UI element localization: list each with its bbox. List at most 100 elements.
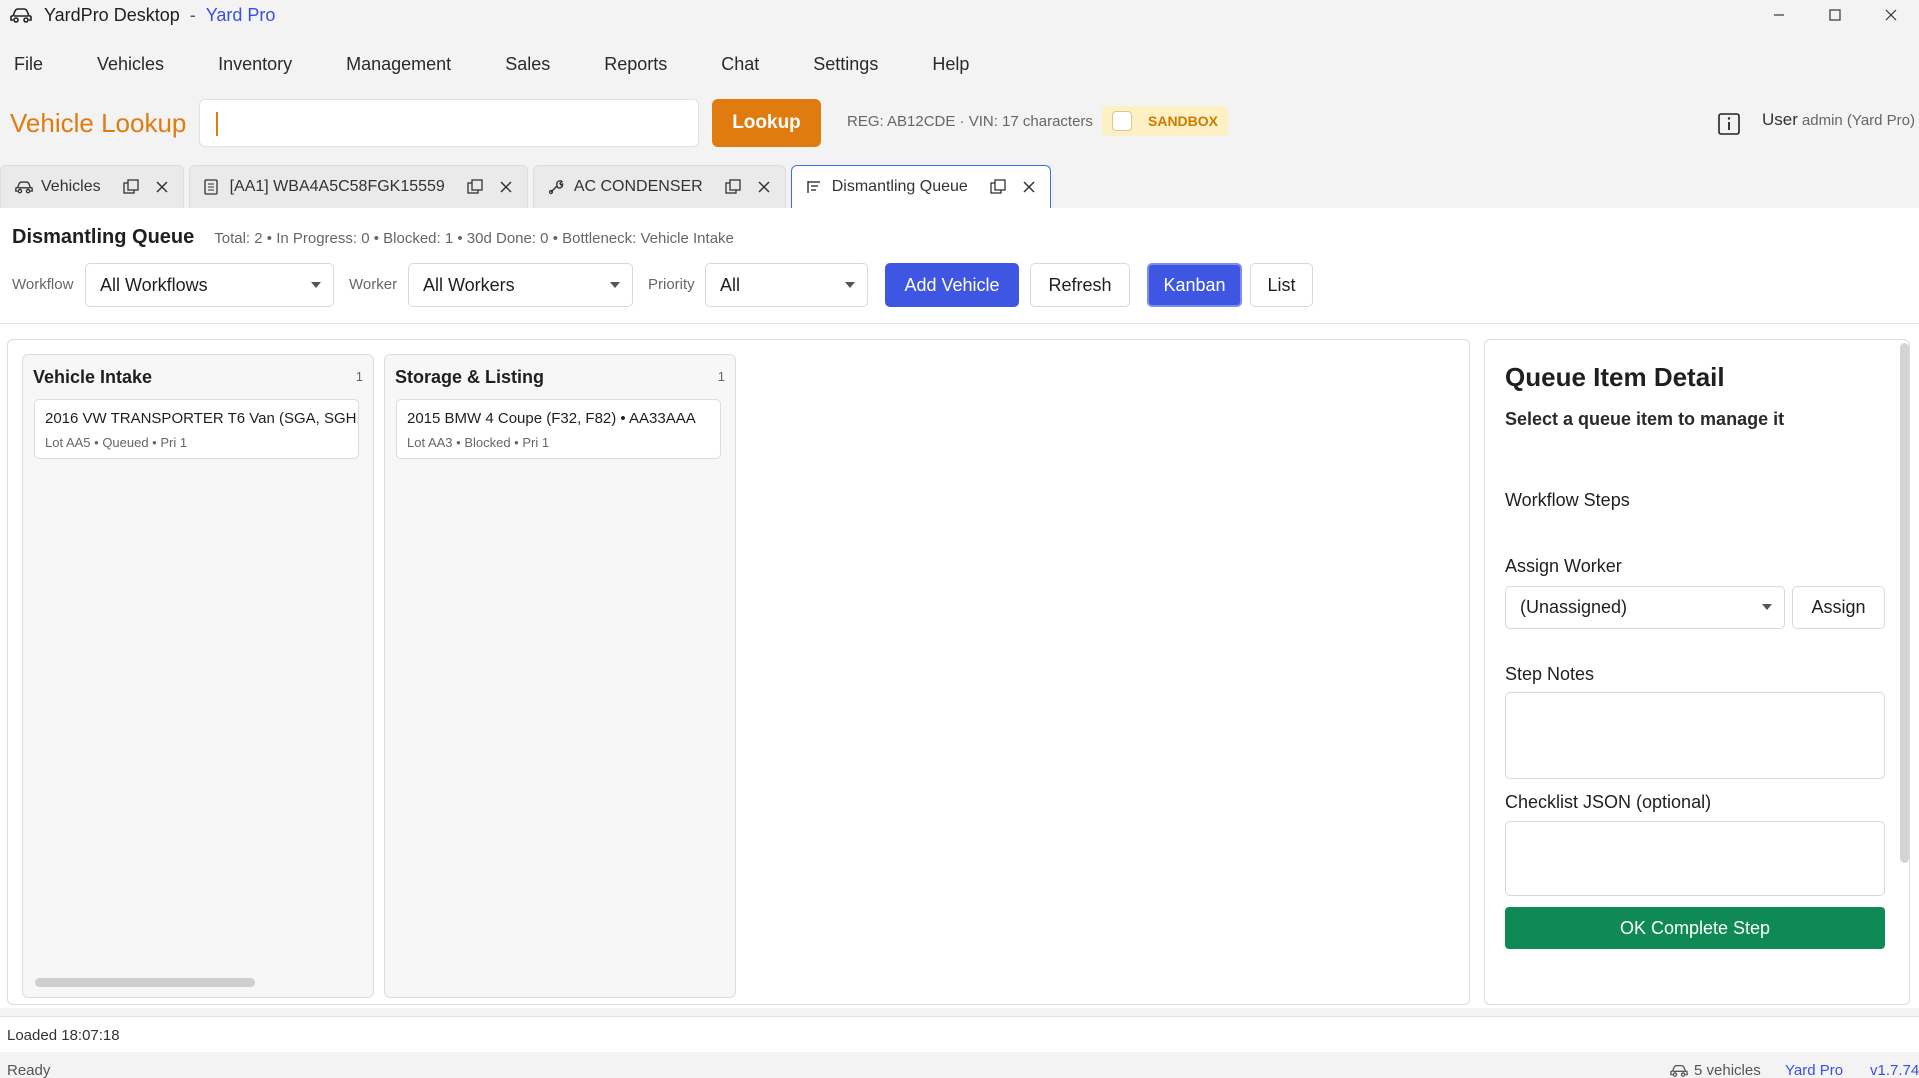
- menu-chat[interactable]: Chat: [707, 54, 759, 75]
- status-bar: Ready 5 vehicles Yard Pro v1.7.74: [0, 1055, 1919, 1078]
- close-tab-icon[interactable]: [155, 180, 169, 194]
- tab-vehicles[interactable]: Vehicles: [0, 165, 184, 208]
- assign-worker-value: (Unassigned): [1520, 597, 1628, 617]
- queue-stats: Total: 2 • In Progress: 0 • Blocked: 1 •…: [214, 230, 734, 247]
- worker-label: Worker: [349, 276, 398, 293]
- checklist-json-field[interactable]: [1505, 821, 1885, 896]
- menu-bar: File Vehicles Inventory Management Sales…: [0, 44, 1009, 84]
- sandbox-checkbox[interactable]: [1112, 111, 1132, 131]
- loaded-time: Loaded 18:07:18: [7, 1027, 120, 1044]
- maximize-icon[interactable]: [1807, 0, 1863, 30]
- workflow-label: Workflow: [12, 276, 74, 293]
- column-title: Vehicle Intake: [33, 367, 153, 387]
- lookup-button[interactable]: Lookup: [712, 99, 821, 147]
- popout-icon[interactable]: [725, 179, 741, 195]
- window-title: YardPro Desktop: [44, 4, 180, 25]
- priority-value: All: [720, 274, 741, 295]
- document-tabs: Vehicles [AA1] WBA4A5C58FGK15559 AC COND…: [0, 165, 1056, 208]
- card-title: 2016 VW TRANSPORTER T6 Van (SGA, SGH, SH: [45, 410, 359, 427]
- queue-item-detail-panel: Queue Item Detail Select a queue item to…: [1484, 339, 1910, 1005]
- popout-icon[interactable]: [990, 179, 1006, 195]
- sandbox-toggle[interactable]: SANDBOX: [1102, 106, 1228, 136]
- minimize-icon[interactable]: [1751, 0, 1807, 30]
- user-info: User admin (Yard Pro): [1762, 110, 1915, 130]
- card-title: 2015 BMW 4 Coupe (F32, F82) • AA33AAA: [407, 410, 696, 427]
- menu-help[interactable]: Help: [918, 54, 969, 75]
- tab-dismantling-queue[interactable]: Dismantling Queue: [790, 165, 1051, 208]
- tab-label: AC CONDENSER: [573, 178, 703, 195]
- menu-file[interactable]: File: [0, 54, 43, 75]
- page-title: Dismantling Queue: [12, 226, 195, 248]
- status-ready: Ready: [7, 1062, 51, 1078]
- tab-label: Dismantling Queue: [831, 178, 968, 195]
- priority-label: Priority: [648, 276, 695, 293]
- tab-vehicle-record[interactable]: [AA1] WBA4A5C58FGK15559: [188, 165, 528, 208]
- chevron-down-icon: [845, 282, 855, 288]
- vertical-scrollbar[interactable]: [1900, 343, 1909, 863]
- close-tab-icon[interactable]: [499, 180, 513, 194]
- worker-select[interactable]: All Workers: [408, 263, 633, 307]
- priority-select[interactable]: All: [705, 263, 868, 307]
- tab-label: Vehicles: [41, 178, 101, 195]
- queue-icon: [806, 178, 824, 196]
- chevron-down-icon: [311, 282, 321, 288]
- detail-subtitle: Select a queue item to manage it: [1505, 409, 1785, 429]
- assign-button[interactable]: Assign: [1792, 586, 1885, 629]
- lookup-hint: REG: AB12CDE · VIN: 17 characters: [847, 113, 1093, 130]
- chevron-down-icon: [1762, 604, 1772, 610]
- assign-worker-heading: Assign Worker: [1505, 556, 1622, 576]
- card-meta: Lot AA3 • Blocked • Pri 1: [407, 435, 550, 450]
- popout-icon[interactable]: [467, 179, 483, 195]
- vehicle-count: 5 vehicles: [1670, 1062, 1761, 1078]
- workflow-value: All Workflows: [100, 274, 208, 295]
- menu-inventory[interactable]: Inventory: [204, 54, 292, 75]
- queue-card[interactable]: 2016 VW TRANSPORTER T6 Van (SGA, SGH, SH…: [34, 399, 359, 459]
- menu-settings[interactable]: Settings: [799, 54, 878, 75]
- kanban-column-vehicle-intake: Vehicle Intake 1 2016 VW TRANSPORTER T6 …: [22, 354, 374, 998]
- version-label: v1.7.74: [1870, 1062, 1919, 1078]
- lookup-input[interactable]: [199, 99, 699, 147]
- close-window-icon[interactable]: [1863, 0, 1919, 30]
- wrench-icon: [548, 178, 566, 196]
- card-meta: Lot AA5 • Queued • Pri 1: [45, 435, 188, 450]
- user-name: admin (Yard Pro): [1801, 112, 1915, 129]
- kanban-column-storage-listing: Storage & Listing 1 2015 BMW 4 Coupe (F3…: [384, 354, 736, 998]
- popout-icon[interactable]: [122, 179, 139, 195]
- car-icon: [15, 178, 33, 196]
- workflow-select[interactable]: All Workflows: [85, 263, 334, 307]
- menu-sales[interactable]: Sales: [491, 54, 550, 75]
- title-bar: YardPro Desktop - Yard Pro: [0, 0, 1919, 30]
- complete-step-button[interactable]: OK Complete Step: [1505, 907, 1885, 949]
- column-title: Storage & Listing: [395, 367, 545, 387]
- close-tab-icon[interactable]: [1022, 180, 1036, 194]
- chevron-down-icon: [610, 282, 620, 288]
- step-notes-heading: Step Notes: [1505, 664, 1595, 684]
- step-notes-field[interactable]: [1505, 692, 1885, 779]
- close-tab-icon[interactable]: [757, 180, 771, 194]
- detail-title: Queue Item Detail: [1505, 362, 1725, 392]
- lookup-bar: Vehicle Lookup Lookup REG: AB12CDE · VIN…: [0, 96, 1919, 152]
- assign-worker-select[interactable]: (Unassigned): [1505, 586, 1785, 629]
- window-brand: Yard Pro: [205, 4, 276, 25]
- refresh-button[interactable]: Refresh: [1030, 263, 1130, 307]
- list-view-button[interactable]: List: [1250, 263, 1313, 307]
- horizontal-scrollbar[interactable]: [35, 978, 255, 987]
- worker-value: All Workers: [423, 274, 515, 295]
- car-icon: [10, 6, 32, 24]
- title-separator: -: [189, 4, 196, 25]
- info-icon[interactable]: [1717, 112, 1741, 136]
- menu-management[interactable]: Management: [332, 54, 451, 75]
- menu-reports[interactable]: Reports: [590, 54, 667, 75]
- kanban-view-button[interactable]: Kanban: [1147, 263, 1242, 307]
- filter-bar: Workflow All Workflows Worker All Worker…: [12, 263, 1912, 307]
- add-vehicle-button[interactable]: Add Vehicle: [885, 263, 1019, 307]
- queue-card[interactable]: 2015 BMW 4 Coupe (F32, F82) • AA33AAA Lo…: [396, 399, 721, 459]
- tab-part[interactable]: AC CONDENSER: [532, 165, 786, 208]
- user-label: User: [1762, 110, 1798, 129]
- vehicle-count-text: 5 vehicles: [1694, 1062, 1761, 1078]
- kanban-board: Vehicle Intake 1 2016 VW TRANSPORTER T6 …: [7, 339, 1470, 1005]
- checklist-heading: Checklist JSON (optional): [1505, 792, 1712, 812]
- menu-vehicles[interactable]: Vehicles: [83, 54, 164, 75]
- sandbox-label: SANDBOX: [1148, 113, 1219, 129]
- car-icon: [1670, 1064, 1688, 1077]
